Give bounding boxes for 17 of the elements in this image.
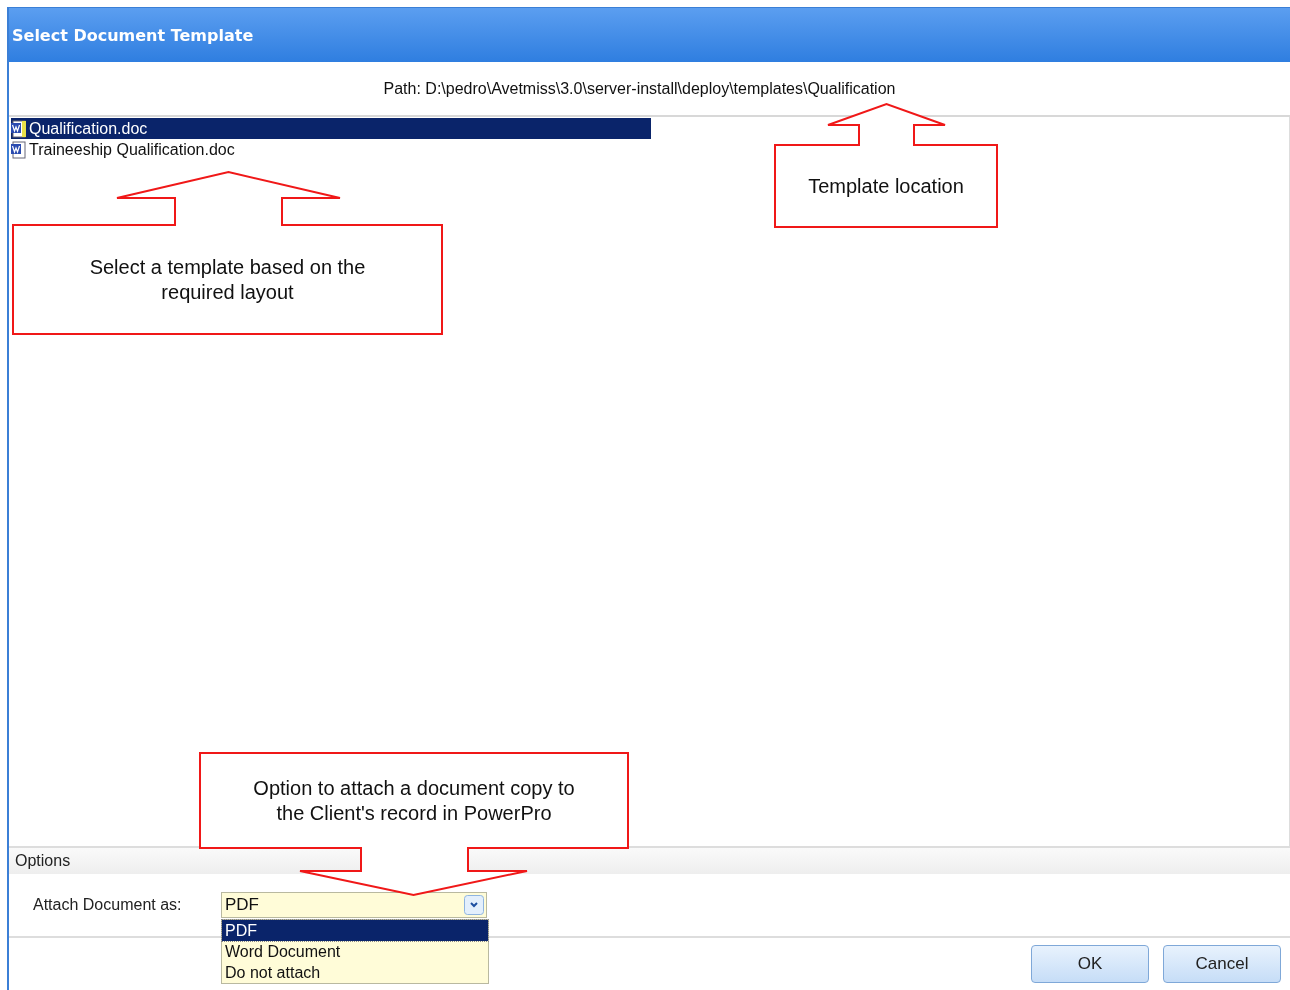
file-item[interactable]: Qualification.doc — [11, 118, 651, 139]
dropdown-option[interactable]: PDF — [222, 920, 488, 941]
dropdown-option[interactable]: Word Document — [222, 941, 488, 962]
options-heading: Options — [15, 852, 71, 870]
callout-text: Option to attach a document copy to the Client's record in PowerPro — [252, 775, 576, 826]
attach-label: Attach Document as: — [33, 896, 183, 914]
dropdown-option[interactable]: Do not attach — [222, 962, 488, 983]
document-icon — [11, 119, 27, 138]
file-item[interactable]: Traineeship Qualification.doc — [11, 139, 651, 160]
callout-text: Select a template based on the required layout — [88, 254, 367, 305]
window-title: Select Document Template — [9, 8, 1290, 62]
path-label: Path: D:\pedro\Avetmiss\3.0\server-install\deploy\templates\Qualification — [383, 79, 896, 98]
caret-icon[interactable] — [464, 895, 484, 915]
dialog-button[interactable]: Cancel — [1163, 945, 1281, 983]
dialog-button[interactable]: OK — [1031, 945, 1149, 983]
callout-text: Template location — [807, 174, 965, 199]
document-icon — [11, 140, 27, 159]
